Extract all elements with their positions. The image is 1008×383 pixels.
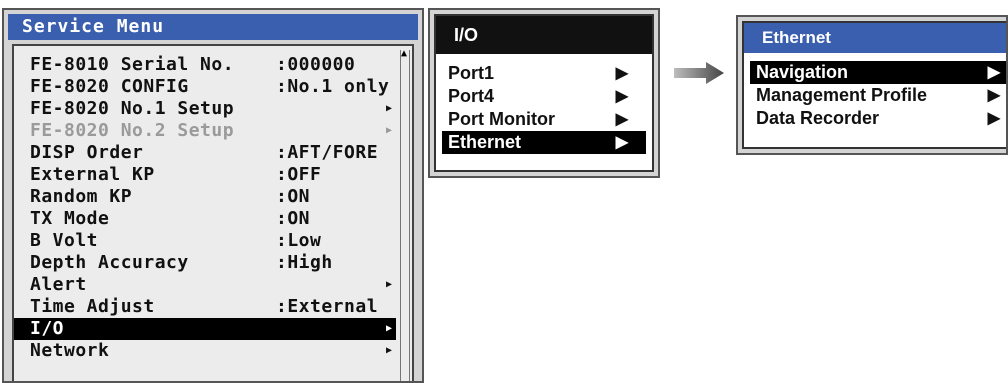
submenu-arrow-icon: ▶: [385, 103, 392, 114]
triangle-right-icon: ▶: [987, 110, 1000, 127]
menu-item-value: :No.1 only: [276, 76, 390, 97]
submenu-arrow-icon: ▶: [385, 345, 392, 356]
io-item-port1[interactable]: Port1 ▶: [442, 62, 646, 85]
menu-item-value: :Low: [276, 230, 322, 251]
menu-item-value: :AFT/FORE: [276, 142, 379, 163]
service-menu-window: Service Menu FE-8010 Serial No. :000000 …: [2, 8, 424, 383]
scroll-up-icon[interactable]: ▲: [401, 48, 407, 59]
eth-item-label: Management Profile: [756, 85, 928, 105]
triangle-right-icon: ▶: [987, 87, 1000, 104]
eth-item-management-profile[interactable]: Management Profile ▶: [750, 84, 1006, 107]
triangle-right-icon: ▶: [615, 88, 628, 105]
menu-item-label: Time Adjust: [30, 296, 155, 317]
menu-item-label: B Volt: [30, 230, 99, 251]
menu-item-label: Network: [30, 340, 110, 361]
menu-item-label: FE-8020 No.2 Setup: [30, 120, 235, 141]
menu-item-fe8020-config[interactable]: FE-8020 CONFIG :No.1 only: [14, 76, 396, 98]
scrollbar[interactable]: ▲: [400, 48, 410, 381]
menu-item-value: :000000: [276, 54, 356, 75]
triangle-right-icon: ▶: [987, 64, 1000, 81]
io-item-port4[interactable]: Port4 ▶: [442, 85, 646, 108]
menu-item-label: Depth Accuracy: [30, 252, 189, 273]
menu-item-network[interactable]: Network ▶: [14, 340, 396, 362]
io-menu-window: I/O Port1 ▶ Port4 ▶ Port Monitor ▶ Ether…: [428, 8, 660, 178]
service-menu-list: FE-8010 Serial No. :000000 FE-8020 CONFI…: [12, 44, 414, 381]
eth-item-label: Navigation: [756, 62, 849, 82]
menu-item-value: :External: [276, 296, 379, 317]
menu-item-depth-accuracy[interactable]: Depth Accuracy :High: [14, 252, 396, 274]
io-item-label: Port4: [448, 86, 495, 106]
menu-item-label: Alert: [30, 274, 87, 295]
menu-item-label: FE-8020 No.1 Setup: [30, 98, 235, 119]
menu-item-external-kp[interactable]: External KP :OFF: [14, 164, 396, 186]
menu-item-fe8010-serial[interactable]: FE-8010 Serial No. :000000: [14, 54, 396, 76]
io-menu-panel: I/O Port1 ▶ Port4 ▶ Port Monitor ▶ Ether…: [434, 14, 654, 172]
menu-item-label: I/O: [30, 318, 65, 339]
io-item-port-monitor[interactable]: Port Monitor ▶: [442, 108, 646, 131]
ethernet-menu-panel: Ethernet Navigation ▶ Management Profile…: [742, 21, 1006, 149]
menu-item-disp-order[interactable]: DISP Order :AFT/FORE: [14, 142, 396, 164]
eth-item-navigation[interactable]: Navigation ▶: [750, 61, 1006, 84]
submenu-arrow-icon: ▶: [385, 125, 392, 136]
menu-item-label: FE-8020 CONFIG: [30, 76, 189, 97]
menu-item-value: :ON: [276, 186, 311, 207]
menu-item-tx-mode[interactable]: TX Mode :ON: [14, 208, 396, 230]
submenu-arrow-icon: ▶: [385, 279, 392, 290]
menu-item-io[interactable]: I/O ▶: [14, 318, 396, 340]
menu-item-fe8020-no1-setup[interactable]: FE-8020 No.1 Setup ▶: [14, 98, 396, 120]
menu-item-label: External KP: [30, 164, 155, 185]
menu-item-label: Random KP: [30, 186, 133, 207]
menu-item-value: :High: [276, 252, 333, 273]
menu-item-fe8020-no2-setup: FE-8020 No.2 Setup ▶: [14, 120, 396, 142]
menu-item-alert[interactable]: Alert ▶: [14, 274, 396, 296]
ethernet-menu-title: Ethernet: [744, 23, 1006, 53]
io-item-label: Port Monitor: [448, 109, 555, 129]
service-menu-title: Service Menu: [8, 14, 418, 40]
io-item-label: Port1: [448, 63, 495, 83]
menu-item-value: :ON: [276, 208, 311, 229]
eth-item-data-recorder[interactable]: Data Recorder ▶: [750, 107, 1006, 130]
menu-item-label: FE-8010 Serial No.: [30, 54, 235, 75]
triangle-right-icon: ▶: [615, 65, 628, 82]
menu-item-value: :OFF: [276, 164, 322, 185]
submenu-arrow-icon: ▶: [385, 323, 392, 334]
ethernet-menu-window: Ethernet Navigation ▶ Management Profile…: [736, 15, 1008, 155]
io-item-ethernet[interactable]: Ethernet ▶: [442, 131, 646, 154]
triangle-right-icon: ▶: [615, 111, 628, 128]
triangle-right-icon: ▶: [615, 134, 628, 151]
menu-item-label: TX Mode: [30, 208, 110, 229]
io-item-label: Ethernet: [448, 132, 522, 152]
menu-item-b-volt[interactable]: B Volt :Low: [14, 230, 396, 252]
eth-item-label: Data Recorder: [756, 108, 880, 128]
menu-item-random-kp[interactable]: Random KP :ON: [14, 186, 396, 208]
menu-item-time-adjust[interactable]: Time Adjust :External: [14, 296, 396, 318]
menu-item-label: DISP Order: [30, 142, 144, 163]
right-arrow-icon: [674, 62, 724, 84]
io-menu-title: I/O: [436, 16, 652, 54]
